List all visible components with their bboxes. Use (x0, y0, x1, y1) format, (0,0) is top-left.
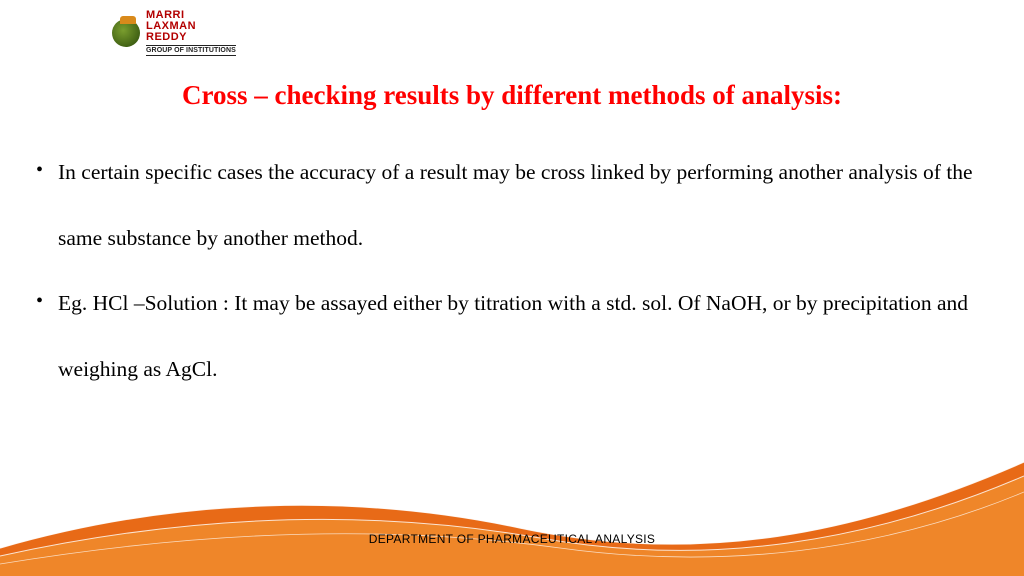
footer-wave (0, 456, 1024, 576)
bullet-text: In certain specific cases the accuracy o… (58, 160, 973, 250)
bullet-list: In certain specific cases the accuracy o… (30, 140, 984, 402)
logo-line3: REDDY (146, 32, 236, 43)
logo-sub: GROUP OF INSTITUTIONS (146, 45, 236, 56)
list-item: Eg. HCl –Solution : It may be assayed ei… (30, 271, 984, 402)
list-item: In certain specific cases the accuracy o… (30, 140, 984, 271)
footer-text: DEPARTMENT OF PHARMACEUTICAL ANALYSIS (0, 532, 1024, 546)
slide: MARRI LAXMAN REDDY GROUP OF INSTITUTIONS… (0, 0, 1024, 576)
slide-body: In certain specific cases the accuracy o… (30, 140, 984, 402)
institution-logo: MARRI LAXMAN REDDY GROUP OF INSTITUTIONS (112, 10, 236, 56)
bullet-text: Eg. HCl –Solution : It may be assayed ei… (58, 291, 968, 381)
logo-text: MARRI LAXMAN REDDY GROUP OF INSTITUTIONS (146, 10, 236, 56)
logo-icon (112, 19, 140, 47)
slide-title: Cross – checking results by different me… (0, 80, 1024, 111)
